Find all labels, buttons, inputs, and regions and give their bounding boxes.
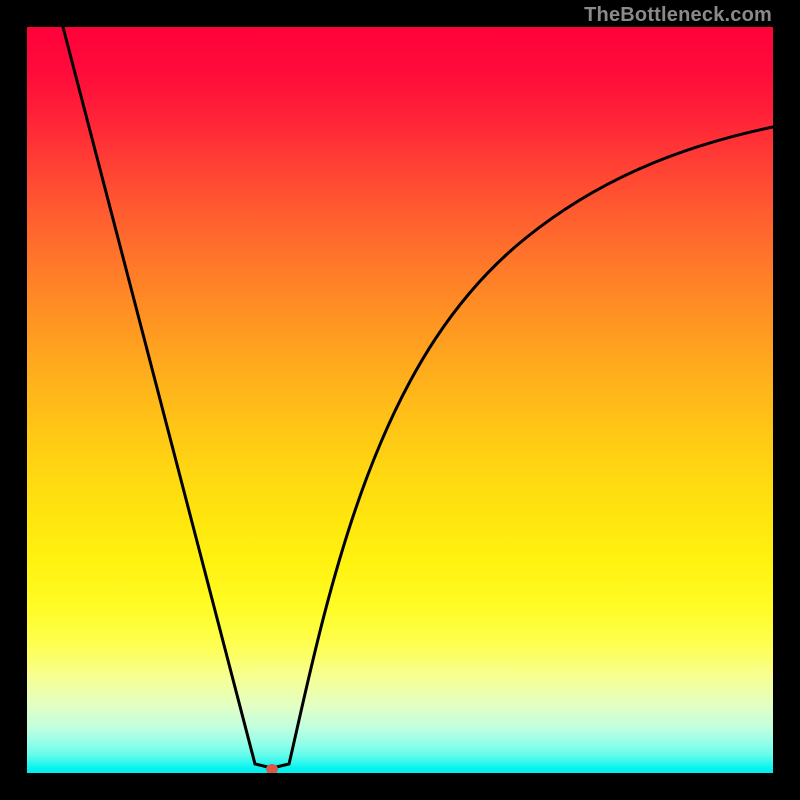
bottleneck-chart: TheBottleneck.com: [0, 0, 800, 800]
watermark-text: TheBottleneck.com: [584, 4, 772, 27]
plot-background: [27, 27, 773, 773]
